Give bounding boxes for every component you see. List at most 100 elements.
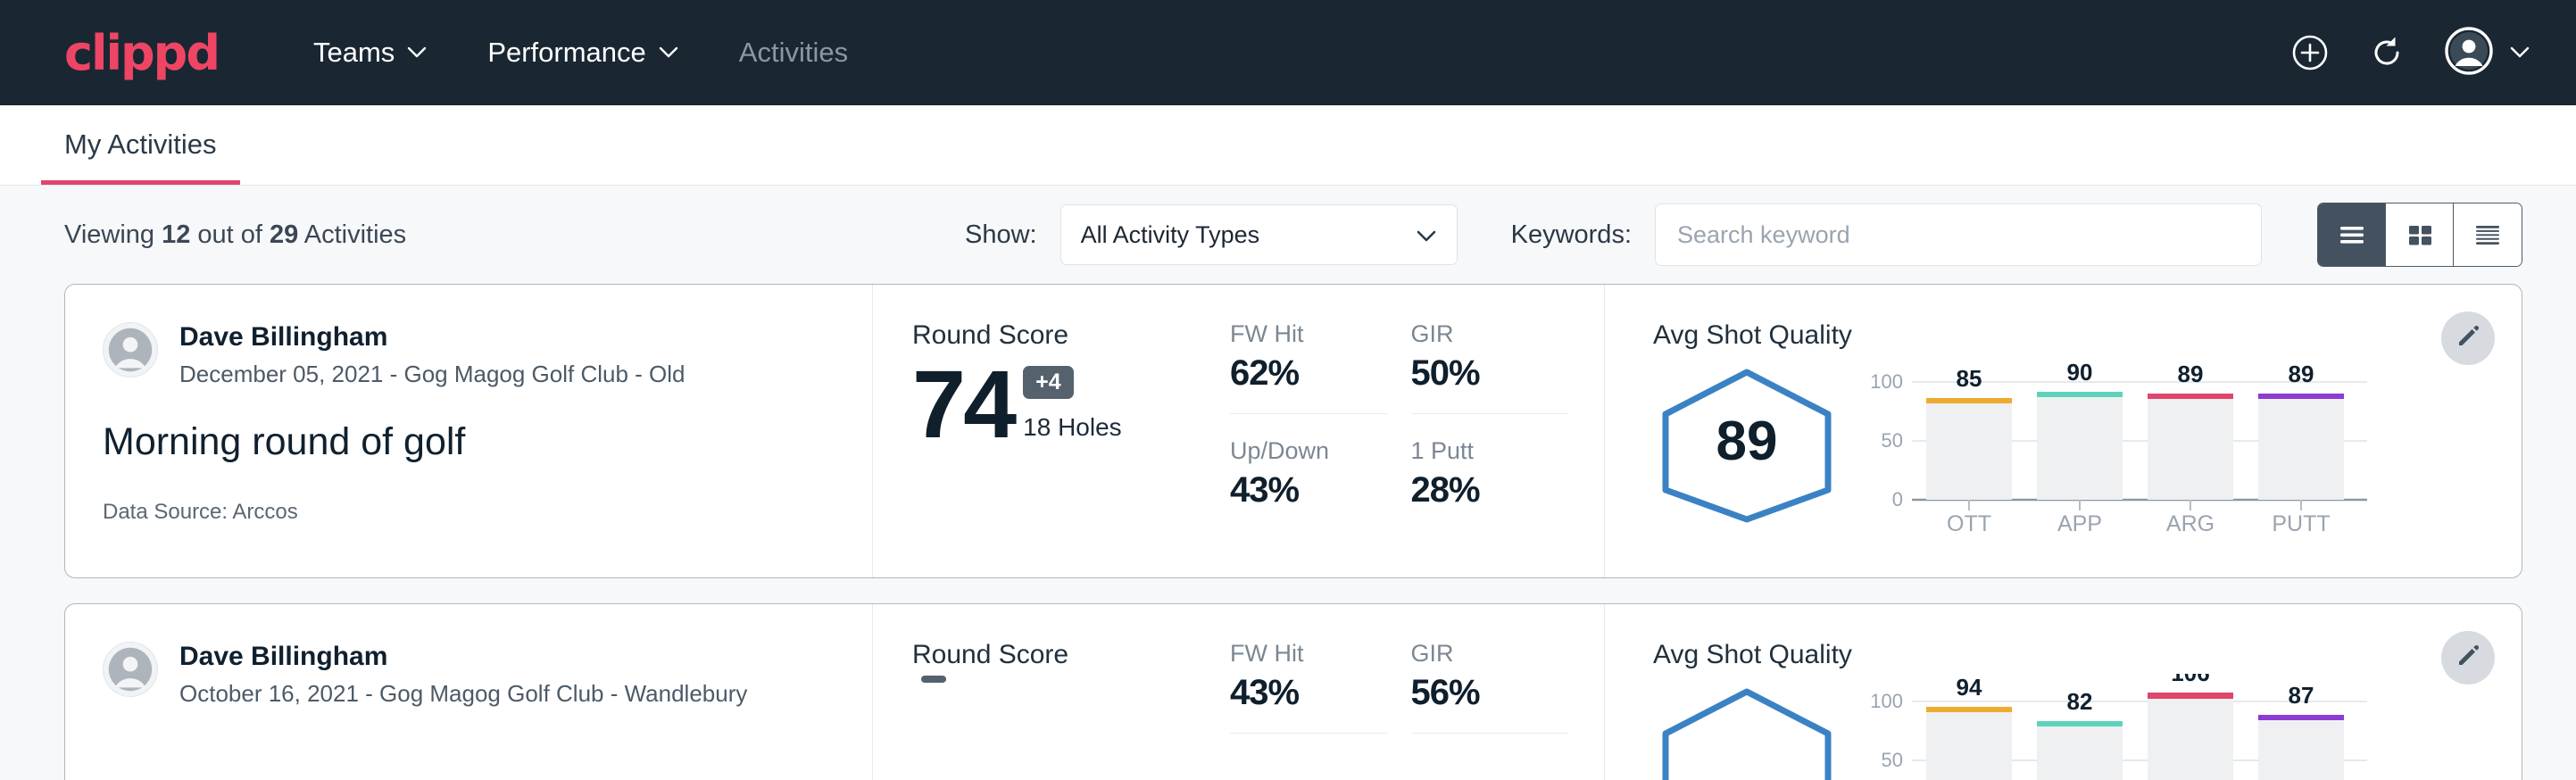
stat-one-putt: 1 Putt 28% <box>1411 413 1569 510</box>
bar-category: PUTT <box>2272 511 2330 533</box>
person-subtitle: December 05, 2021 - Gog Magog Golf Club … <box>179 361 686 388</box>
bar-value: 82 <box>2067 688 2093 715</box>
chevron-down-icon <box>2510 46 2530 59</box>
bar-arg: 89 ARG <box>2148 361 2233 533</box>
score-to-par-badge: +4 <box>1023 366 1074 399</box>
avg-shot-quality-label: Avg Shot Quality <box>1653 320 2522 351</box>
stat-label: FW Hit <box>1230 640 1388 668</box>
round-stats-column: FW Hit 43% GIR 56% <box>1230 604 1605 780</box>
stat-label: 1 Putt <box>1411 437 1569 465</box>
holes-played: 18 Holes <box>1023 413 1122 442</box>
activity-title: Morning round of golf <box>103 420 872 464</box>
round-score-value-row: 74 +4 18 Holes <box>912 356 1230 452</box>
activity-person-text: Dave Billingham December 05, 2021 - Gog … <box>179 322 686 388</box>
toolbar-controls: Show: All Activity Types Keywords: <box>965 203 2522 267</box>
round-stats-column: FW Hit 62% GIR 50% Up/Down 43% 1 Putt 28… <box>1230 285 1605 577</box>
bar-value: 89 <box>2178 361 2204 387</box>
stat-gir: GIR 56% <box>1411 640 1569 713</box>
tab-bar: My Activities <box>0 105 2576 186</box>
stat-value: 43% <box>1230 470 1388 510</box>
round-score-meta: +4 18 Holes <box>1023 366 1122 452</box>
chevron-down-icon <box>659 46 678 59</box>
avg-shot-quality-body: 100 50 0 94 <box>1653 674 2522 780</box>
shot-quality-bar-chart: 100 50 0 85 OTT <box>1871 354 2371 533</box>
quality-hexagon: 89 <box>1653 363 1841 533</box>
grid-view-button[interactable] <box>2386 203 2454 266</box>
bar-chart-svg: 100 50 0 94 <box>1871 674 2371 780</box>
stat-value: 50% <box>1411 353 1569 394</box>
viewing-count: 12 <box>162 220 190 249</box>
round-score-value: 74 <box>912 356 1014 452</box>
chevron-down-icon <box>407 46 427 59</box>
search-input[interactable] <box>1655 203 2262 266</box>
avg-shot-quality-column: Avg Shot Quality 100 50 0 <box>1605 604 2522 780</box>
activity-info-column: Dave Billingham December 05, 2021 - Gog … <box>65 285 873 577</box>
activity-person-text: Dave Billingham October 16, 2021 - Gog M… <box>179 642 747 708</box>
shot-quality-bar-chart: 100 50 0 94 <box>1871 674 2371 780</box>
y-tick-100: 100 <box>1871 690 1903 712</box>
bar-putt: 87 <box>2258 682 2344 780</box>
nav-item-performance-label: Performance <box>487 0 645 105</box>
round-score-label: Round Score <box>912 640 1230 670</box>
account-menu[interactable] <box>2444 26 2530 80</box>
nav-item-performance[interactable]: Performance <box>457 0 708 105</box>
nav-item-activities-label: Activities <box>739 0 848 105</box>
tab-my-activities[interactable]: My Activities <box>41 129 240 185</box>
activity-card[interactable]: Dave Billingham December 05, 2021 - Gog … <box>64 284 2522 578</box>
clippd-logo[interactable]: clippd <box>64 25 219 81</box>
bar-value: 94 <box>1957 674 1982 701</box>
activity-person: Dave Billingham October 16, 2021 - Gog M… <box>103 642 872 708</box>
viewing-suffix: Activities <box>298 220 406 249</box>
activity-card[interactable]: Dave Billingham October 16, 2021 - Gog M… <box>64 603 2522 780</box>
stat-fw-hit: FW Hit 62% <box>1230 320 1388 394</box>
activity-type-select[interactable]: All Activity Types <box>1060 204 1458 265</box>
nav-item-teams-label: Teams <box>313 0 395 105</box>
bar-value: 89 <box>2289 361 2314 387</box>
account-avatar-icon <box>2444 26 2494 80</box>
view-mode-toggle <box>2317 203 2522 267</box>
bar-ott: 85 OTT <box>1926 365 2012 533</box>
list-view-button[interactable] <box>2318 203 2386 266</box>
activity-data-source: Data Source: Arccos <box>103 500 872 525</box>
nav-item-activities[interactable]: Activities <box>709 0 878 105</box>
stat-up-down: Up/Down 43% <box>1230 413 1388 510</box>
activity-person: Dave Billingham December 05, 2021 - Gog … <box>103 322 872 388</box>
stat-label: FW Hit <box>1230 320 1388 348</box>
bar-category: APP <box>2057 511 2102 533</box>
avg-shot-quality-column: Avg Shot Quality 89 100 50 0 <box>1605 285 2522 577</box>
edit-activity-button[interactable] <box>2441 631 2495 685</box>
stat-one-putt <box>1411 733 1569 762</box>
bar-app: 90 APP <box>2037 359 2123 533</box>
stat-label: GIR <box>1411 640 1569 668</box>
compact-view-button[interactable] <box>2454 203 2522 266</box>
round-score-column: Round Score <box>873 604 1230 780</box>
stat-gir: GIR 50% <box>1411 320 1569 394</box>
bar-category: OTT <box>1947 511 1991 533</box>
stat-value: 62% <box>1230 353 1388 394</box>
bar-value: 85 <box>1957 365 1982 392</box>
score-to-par-badge <box>921 676 946 683</box>
nav-item-teams[interactable]: Teams <box>283 0 457 105</box>
person-name: Dave Billingham <box>179 322 686 352</box>
activity-info-column: Dave Billingham October 16, 2021 - Gog M… <box>65 604 873 780</box>
bar-value: 106 <box>2171 674 2209 686</box>
bar-putt: 89 PUTT <box>2258 361 2344 533</box>
quality-hexagon-value: 89 <box>1716 411 1778 472</box>
stat-label: GIR <box>1411 320 1569 348</box>
person-name: Dave Billingham <box>179 642 747 671</box>
edit-activity-button[interactable] <box>2441 311 2495 365</box>
round-score-meta <box>921 676 946 708</box>
activity-card-list: Dave Billingham December 05, 2021 - Gog … <box>0 284 2576 780</box>
refresh-icon[interactable] <box>2367 33 2406 72</box>
activities-toolbar: Viewing 12 out of 29 Activities Show: Al… <box>0 186 2576 284</box>
round-score-column: Round Score 74 +4 18 Holes <box>873 285 1230 577</box>
bar-ott: 94 <box>1926 674 2012 780</box>
plus-circle-icon[interactable] <box>2290 33 2330 72</box>
show-label: Show: <box>965 220 1037 250</box>
pencil-icon <box>2455 323 2481 354</box>
avatar <box>103 322 158 378</box>
keywords-label: Keywords: <box>1511 220 1632 250</box>
avg-shot-quality-label: Avg Shot Quality <box>1653 640 2522 670</box>
bar-value: 90 <box>2067 359 2093 386</box>
viewing-mid: out of <box>190 220 270 249</box>
